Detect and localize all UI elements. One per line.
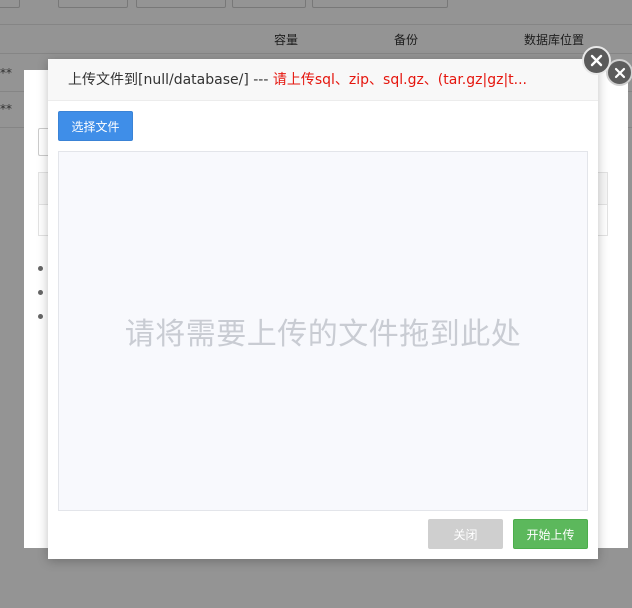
bullet-dot bbox=[38, 266, 43, 271]
close-button[interactable]: 关闭 bbox=[428, 519, 503, 549]
dialog-title: 上传文件到[null/database/] --- 请上传sql、zip、sql… bbox=[68, 70, 528, 90]
upload-dialog: 上传文件到[null/database/] --- 请上传sql、zip、sql… bbox=[48, 46, 611, 559]
bullet-dot bbox=[38, 314, 43, 319]
close-icon bbox=[590, 54, 603, 67]
drop-hint-text: 请将需要上传的文件拖到此处 bbox=[124, 317, 522, 352]
bullet-dot bbox=[38, 290, 43, 295]
dialog-title-path: 上传文件到[null/database/] --- bbox=[68, 72, 273, 88]
select-files-button[interactable]: 选择文件 bbox=[58, 111, 133, 141]
dialog-title-hint: 请上传sql、zip、sql.gz、(tar.gz|gz|t... bbox=[272, 72, 528, 88]
file-drop-zone[interactable]: 请将需要上传的文件拖到此处 bbox=[58, 151, 588, 511]
dialog-header: 上传文件到[null/database/] --- 请上传sql、zip、sql… bbox=[48, 59, 598, 101]
under-dialog-bullets bbox=[38, 266, 43, 338]
dialog-close-button[interactable] bbox=[582, 46, 611, 75]
start-upload-button[interactable]: 开始上传 bbox=[513, 519, 588, 549]
close-icon bbox=[614, 67, 625, 78]
